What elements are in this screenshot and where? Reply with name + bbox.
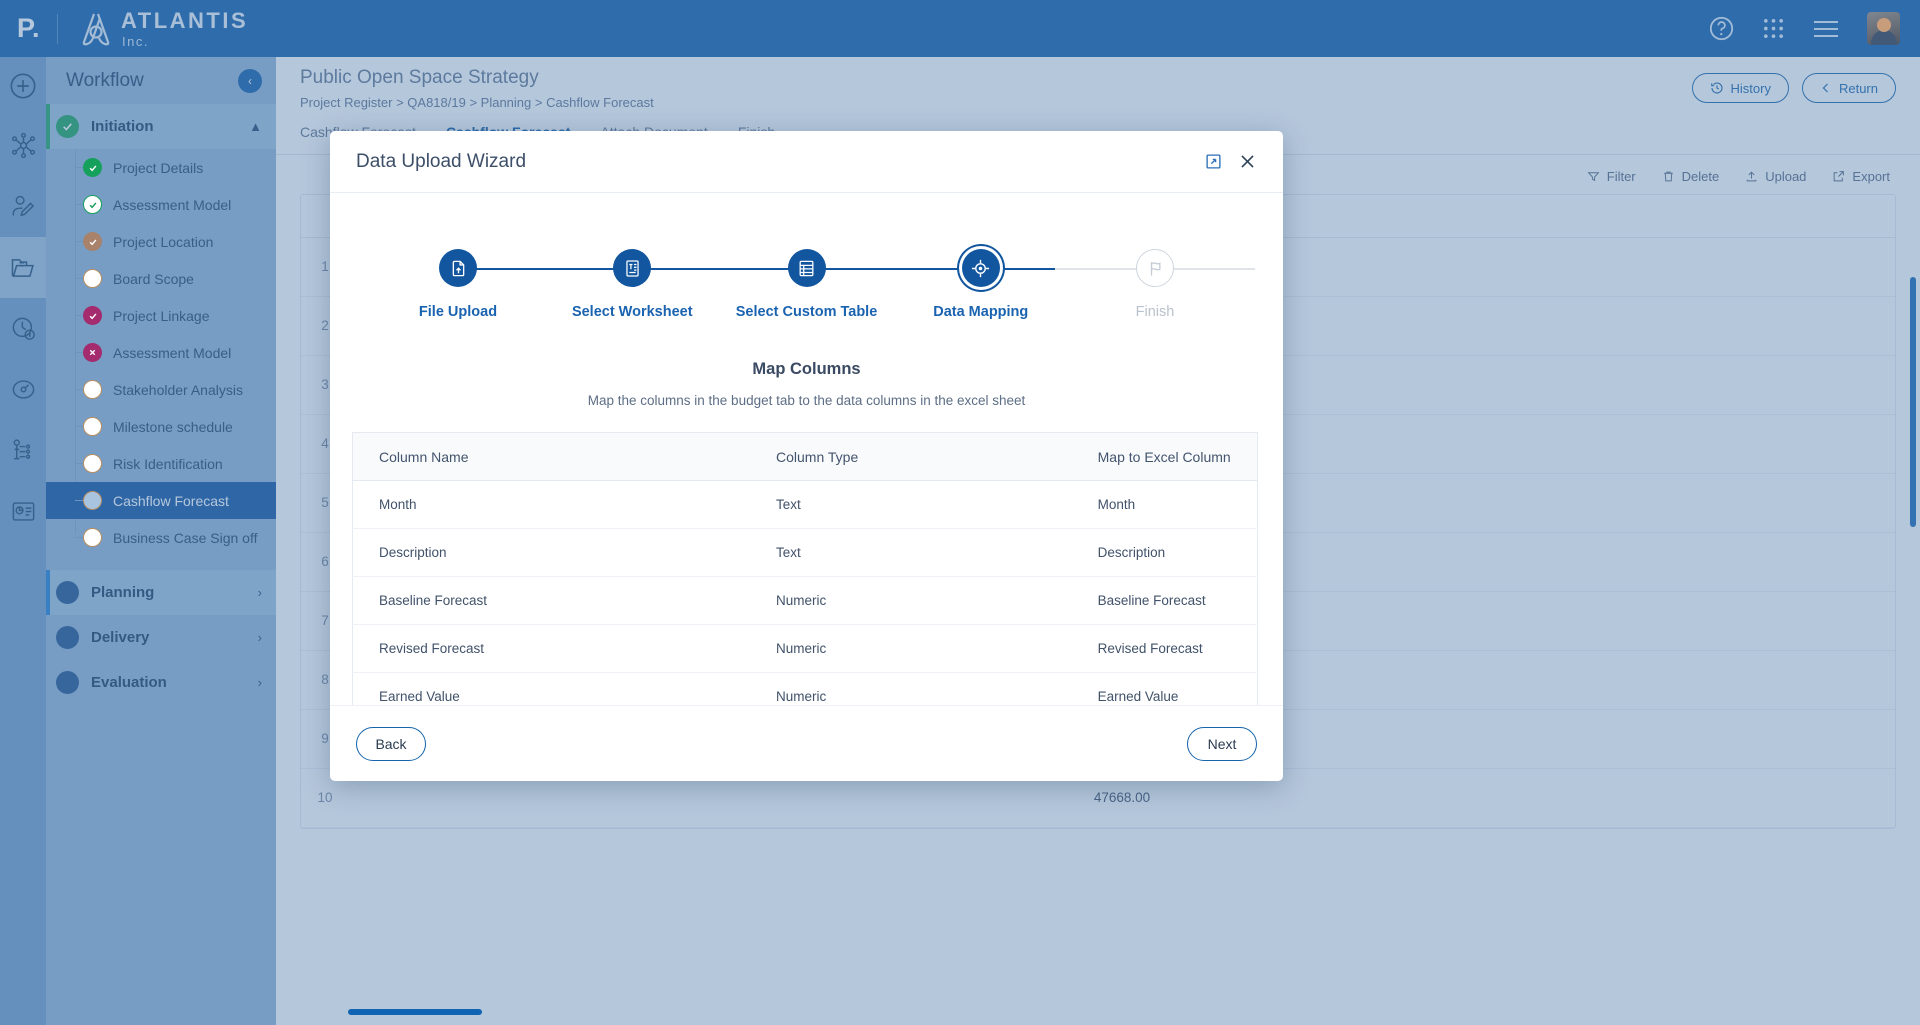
wizard-step-file-upload[interactable]: File Upload: [400, 249, 516, 320]
cell-column-name: Earned Value: [379, 689, 460, 704]
cell-mapped-column[interactable]: Description: [1071, 528, 1258, 577]
wizard-step-select-custom-table[interactable]: Select Custom Table: [736, 249, 877, 320]
close-icon[interactable]: [1238, 152, 1257, 171]
status-error-icon: [83, 343, 102, 362]
header-map-to-excel-column: Map to Excel Column: [1071, 432, 1258, 481]
cell-column-name: Revised Forecast: [352, 624, 751, 673]
header-column-type: Column Type: [750, 432, 1072, 481]
wizard-stepper: File Upload Select Worksheet Select Cust…: [330, 249, 1283, 320]
cell-mapped-column[interactable]: Month: [1071, 480, 1258, 529]
table-row[interactable]: Description Text Description: [352, 528, 1258, 577]
wizard-step-select-worksheet[interactable]: Select Worksheet: [571, 249, 693, 320]
status-empty-icon: [83, 269, 102, 288]
status-empty-icon: [83, 417, 102, 436]
back-button[interactable]: Back: [356, 726, 426, 761]
table-row[interactable]: Baseline Forecast Numeric Baseline Forec…: [352, 576, 1258, 625]
table-row[interactable]: Revised Forecast Numeric Revised Forecas…: [352, 624, 1258, 673]
modal-header: Data Upload Wizard: [330, 131, 1283, 193]
status-selected-icon: [83, 491, 102, 510]
status-partial-icon: [83, 232, 102, 251]
cell-column-type: Text: [750, 480, 1072, 529]
cell-column-name: Month: [352, 480, 751, 529]
cell-column-type: Numeric: [750, 576, 1072, 625]
status-done-alt-icon: [83, 306, 102, 325]
status-empty-icon: [83, 528, 102, 547]
status-empty-icon: [83, 380, 102, 399]
wizard-step-label: Select Custom Table: [735, 304, 878, 320]
header-column-name: Column Name: [352, 432, 751, 481]
map-columns-subheading: Map the columns in the budget tab to the…: [587, 393, 1026, 408]
horizontal-scrollbar[interactable]: [348, 1009, 482, 1015]
worksheet-icon: [613, 249, 652, 287]
status-empty-icon: [83, 454, 102, 473]
table-row[interactable]: Month Text Month: [352, 480, 1258, 529]
cell-column-type: Text: [750, 528, 1072, 577]
cell-mapped-column[interactable]: Baseline Forecast: [1071, 576, 1258, 625]
map-columns-heading: Map Columns: [752, 360, 861, 378]
table-icon: [787, 249, 826, 287]
column-mapping-table: Column Name Column Type Map to Excel Col…: [352, 432, 1258, 705]
modal-footer: Back Next: [330, 705, 1283, 781]
mapping-header-row: Column Name Column Type Map to Excel Col…: [352, 432, 1258, 481]
status-complete-outline-icon: [83, 195, 102, 214]
wizard-step-finish[interactable]: Finish: [1097, 249, 1213, 320]
wizard-step-data-mapping[interactable]: Data Mapping: [923, 249, 1039, 320]
cell-column-name: Baseline Forecast: [352, 576, 751, 625]
wizard-step-label: Finish: [1135, 304, 1175, 320]
modal-body: Map Columns Map the columns in the budge…: [330, 320, 1283, 705]
table-row[interactable]: Earned Value Numeric Earned Value: [353, 673, 1258, 706]
file-upload-icon: [439, 249, 477, 287]
target-icon: [961, 249, 1000, 287]
modal-header-icons: [1205, 152, 1257, 171]
wizard-step-label: Select Worksheet: [571, 304, 693, 320]
cell-mapped-column[interactable]: Earned Value: [1072, 673, 1258, 706]
data-upload-wizard-modal: Data Upload Wizard File Upload Select Wo…: [330, 131, 1283, 781]
status-complete-icon: [83, 158, 102, 177]
flag-icon: [1136, 249, 1174, 287]
cell-column-name: Description: [352, 528, 751, 577]
wizard-step-label: Data Mapping: [933, 304, 1029, 320]
expand-icon[interactable]: [1205, 153, 1222, 170]
cell-column-type: Numeric: [776, 689, 827, 704]
cell-mapped-column[interactable]: Revised Forecast: [1071, 624, 1258, 673]
cell-column-type: Numeric: [750, 624, 1072, 673]
next-button[interactable]: Next: [1187, 726, 1257, 761]
wizard-step-label: File Upload: [418, 304, 498, 320]
modal-title: Data Upload Wizard: [356, 150, 527, 172]
